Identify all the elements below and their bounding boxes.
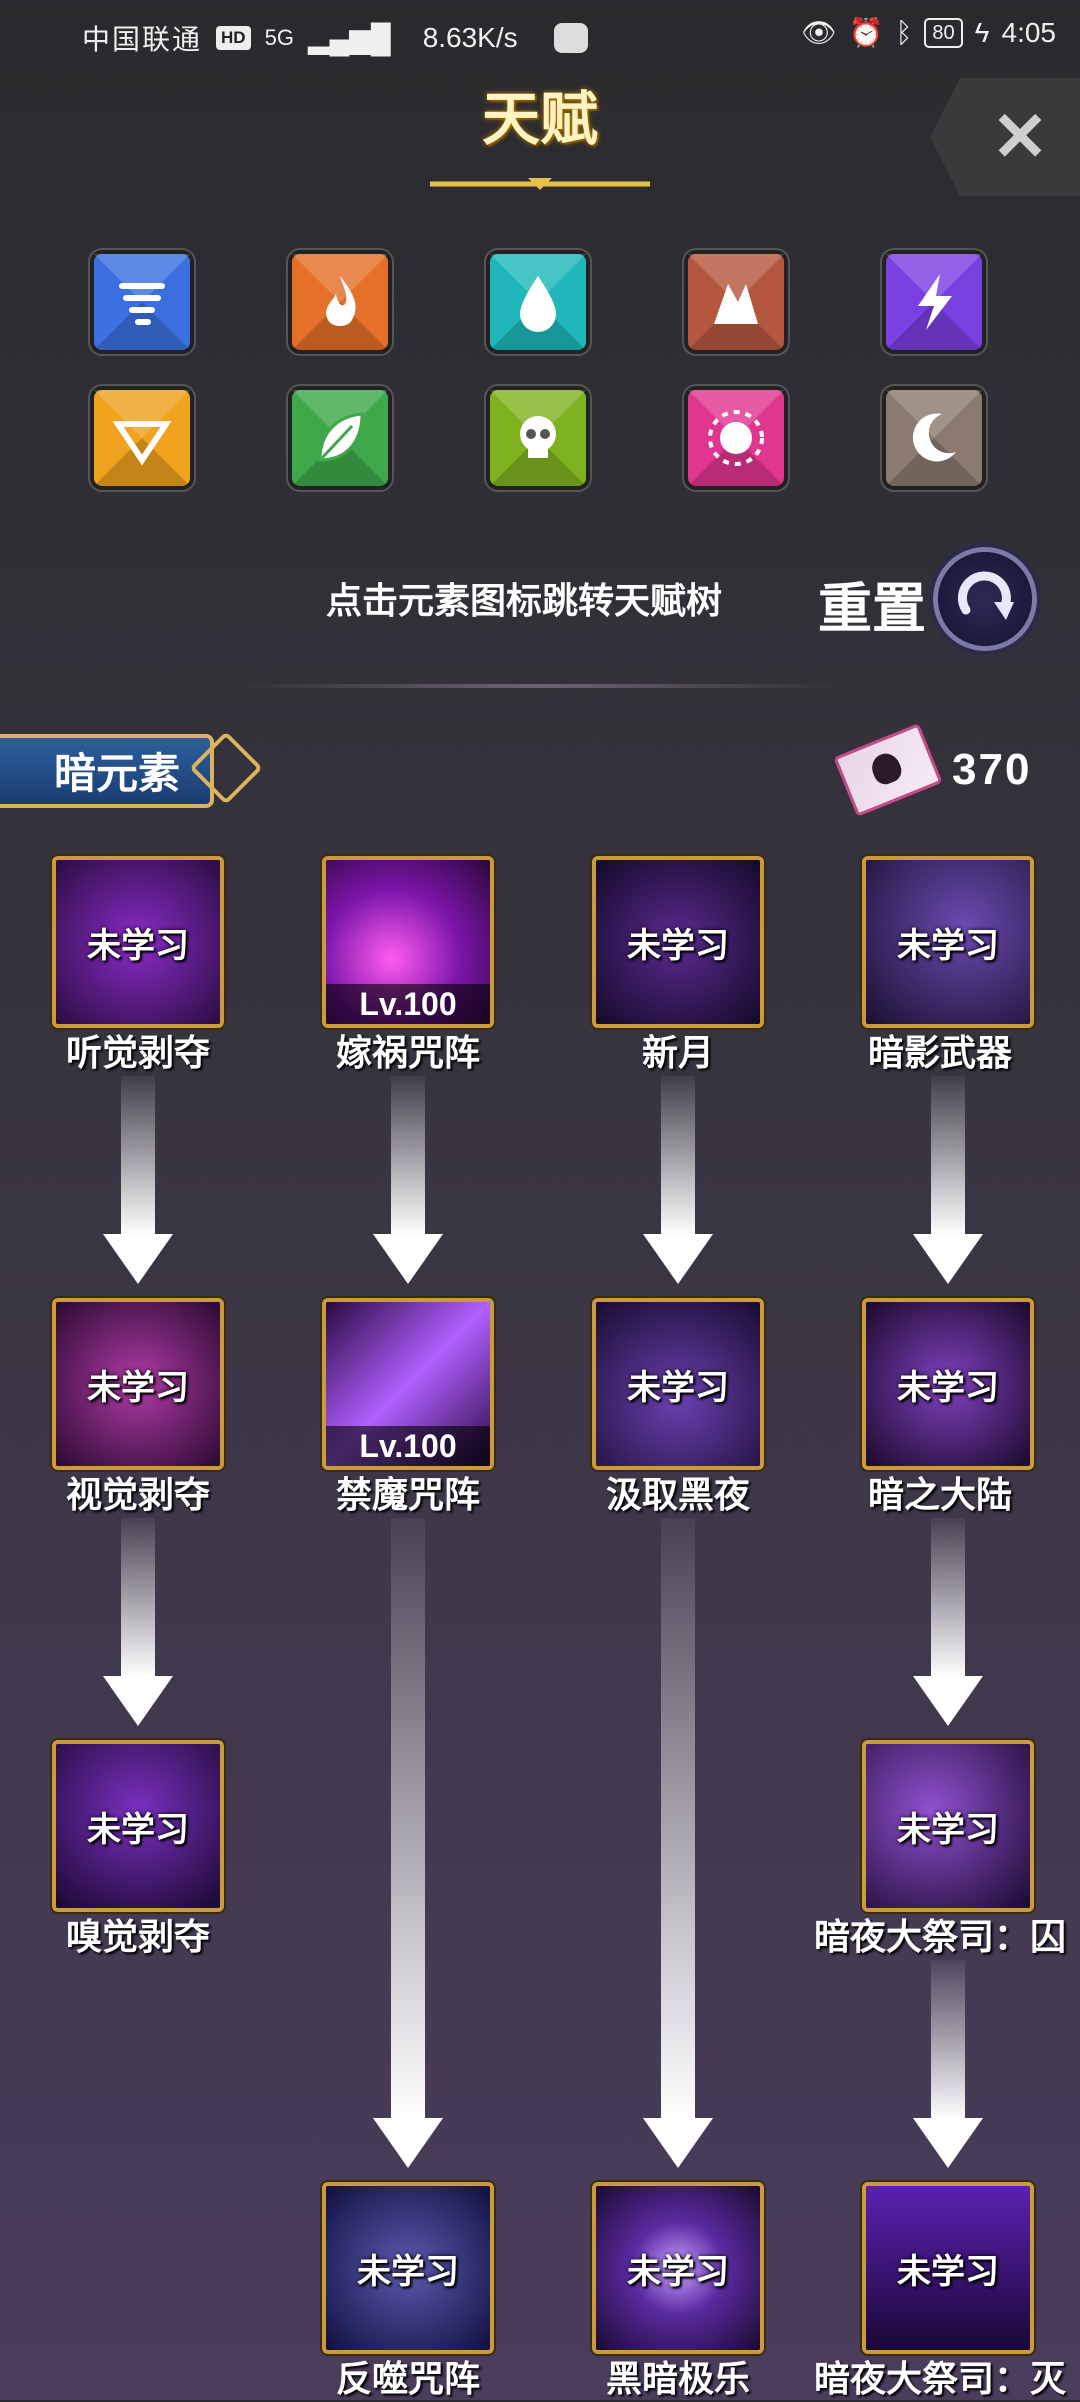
arrow-down-icon	[913, 1076, 983, 1284]
arrow-down-icon	[913, 1960, 983, 2168]
talent-node[interactable]: 未学习	[862, 1740, 1034, 1912]
talent-status: 未学习	[627, 2253, 729, 2291]
arrow-down-icon	[103, 1518, 173, 1726]
talent-node[interactable]: 未学习	[592, 2182, 764, 2354]
talent-label: 暗影武器	[867, 1032, 1012, 1073]
bluetooth-icon: ᛒ	[895, 16, 913, 48]
element-water-button[interactable]	[490, 254, 586, 350]
element-wind-button[interactable]	[94, 254, 190, 350]
talent-label: 听觉剥夺	[65, 1032, 210, 1073]
talent-node[interactable]: 未学习	[862, 856, 1034, 1028]
talent-node[interactable]: 未学习	[322, 2182, 494, 2354]
talent-label: 黑暗极乐	[605, 2358, 750, 2399]
talent-card-icon	[833, 723, 943, 817]
signal-bars-icon: ▂▄▆█	[307, 22, 391, 54]
element-sun-button[interactable]	[688, 390, 784, 486]
status-bar: 中国联通 HD 5G ▂▄▆█ 8.63K/s 👁 ⏰ ᛒ 80 ϟ 4:05	[0, 0, 1080, 72]
talent-label: 暗夜大祭司：囚	[813, 1916, 1066, 1957]
talent-status: 未学习	[627, 1369, 729, 1407]
close-button[interactable]: ✕	[930, 78, 1080, 196]
talent-level: Lv.100	[326, 984, 490, 1024]
element-light-button[interactable]	[94, 390, 190, 486]
talent-node[interactable]: 未学习	[52, 856, 224, 1028]
arrow-down-icon	[643, 1518, 713, 2168]
eye-icon: 👁	[801, 17, 837, 48]
arrow-down-icon	[373, 1518, 443, 2168]
skull-icon	[490, 390, 586, 486]
charging-icon: ϟ	[974, 16, 990, 48]
arrow-down-icon	[643, 1076, 713, 1284]
talent-status: 未学习	[897, 927, 999, 965]
talent-points-value: 370	[952, 745, 1032, 794]
talent-label: 暗之大陆	[867, 1474, 1012, 1515]
signal-label: 5G	[264, 25, 294, 50]
carrier-name: 中国联通	[82, 23, 203, 56]
hd-badge: HD	[216, 26, 251, 50]
element-fire-button[interactable]	[292, 254, 388, 350]
talent-node[interactable]: Lv.100	[322, 1298, 494, 1470]
close-icon: ✕	[991, 98, 1049, 175]
talent-status: 未学习	[897, 2253, 999, 2291]
element-nature-button[interactable]	[292, 390, 388, 486]
rock-icon	[688, 254, 784, 350]
title-ornament	[430, 178, 650, 190]
element-section-tag: 暗元素	[0, 726, 263, 812]
talent-status: 未学习	[627, 927, 729, 965]
hint-text: 点击元素图标跳转天赋树	[326, 580, 723, 621]
arrow-down-icon	[913, 1518, 983, 1726]
element-earth-button[interactable]	[688, 254, 784, 350]
arrow-down-icon	[103, 1076, 173, 1284]
network-speed: 8.63K/s	[422, 22, 518, 53]
talent-node[interactable]: Lv.100	[322, 856, 494, 1028]
reset-label[interactable]: 重置	[818, 564, 926, 643]
prism-icon	[94, 390, 190, 486]
talent-node[interactable]: 未学习	[862, 2182, 1034, 2354]
talent-label: 新月	[641, 1032, 714, 1073]
talent-label: 反噬咒阵	[335, 2358, 480, 2399]
talent-status: 未学习	[357, 2253, 459, 2291]
talent-label: 嫁祸咒阵	[335, 1032, 480, 1073]
page-title: 天赋	[481, 85, 598, 153]
talent-label: 禁魔咒阵	[335, 1474, 480, 1515]
battery-level: 80	[924, 17, 963, 48]
talent-label: 视觉剥夺	[65, 1474, 210, 1515]
talent-node[interactable]: 未学习	[592, 856, 764, 1028]
talent-label: 嗅觉剥夺	[65, 1916, 210, 1957]
talent-points: 370	[833, 723, 1032, 817]
drop-icon	[490, 254, 586, 350]
talent-status: 未学习	[87, 1369, 189, 1407]
talent-level: Lv.100	[326, 1426, 490, 1466]
talent-node[interactable]: 未学习	[592, 1298, 764, 1470]
talent-status: 未学习	[897, 1369, 999, 1407]
lightning-icon	[886, 254, 982, 350]
talent-label: 暗夜大祭司：灭	[813, 2358, 1066, 2399]
section-label: 暗元素	[54, 750, 181, 797]
refresh-icon	[957, 571, 1014, 620]
leaf-icon	[292, 390, 388, 486]
flame-icon	[292, 254, 388, 350]
element-thunder-button[interactable]	[886, 254, 982, 350]
talent-node[interactable]: 未学习	[52, 1740, 224, 1912]
talent-node[interactable]: 未学习	[862, 1298, 1034, 1470]
element-poison-button[interactable]	[490, 390, 586, 486]
element-moon-button[interactable]	[886, 390, 982, 486]
talent-status: 未学习	[87, 927, 189, 965]
talent-status: 未学习	[87, 1811, 189, 1849]
talent-node[interactable]: 未学习	[52, 1298, 224, 1470]
moon-icon	[886, 390, 982, 486]
app-notification-icon	[553, 23, 588, 53]
section-divider	[240, 684, 840, 688]
alarm-icon: ⏰	[848, 17, 884, 48]
tornado-icon	[94, 254, 190, 350]
arrow-down-icon	[373, 1076, 443, 1284]
clock-time: 4:05	[1001, 16, 1057, 48]
sun-icon	[688, 390, 784, 486]
reset-button[interactable]	[938, 552, 1032, 646]
talent-status: 未学习	[897, 1811, 999, 1849]
talent-label: 汲取黑夜	[605, 1474, 750, 1515]
